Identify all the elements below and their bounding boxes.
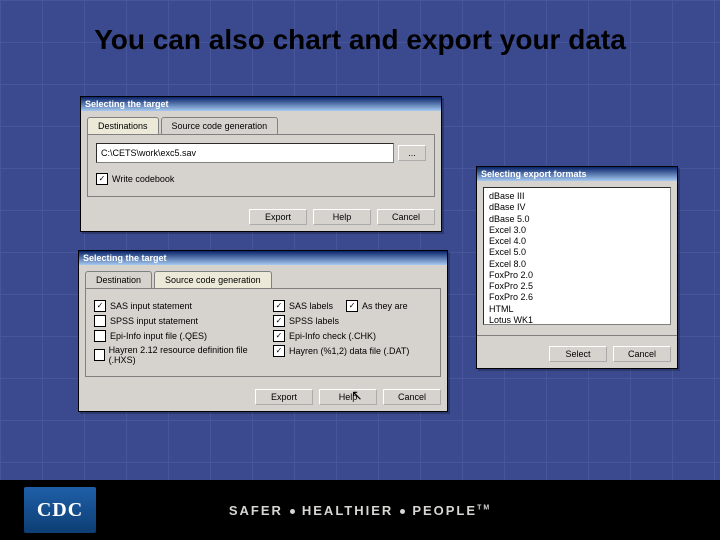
cancel-button[interactable]: Cancel bbox=[377, 209, 435, 225]
tabstrip: Destination Source code generation bbox=[85, 271, 441, 289]
spsslabels-checkbox[interactable]: ✓ bbox=[273, 315, 285, 327]
saslabels-label: SAS labels bbox=[289, 301, 333, 311]
tagline-a: SAFER bbox=[229, 503, 283, 518]
epi-label: Epi-Info input file (.QES) bbox=[110, 331, 207, 341]
hayren-checkbox[interactable]: ✓ bbox=[273, 345, 285, 357]
epichk-label: Epi-Info check (.CHK) bbox=[289, 331, 376, 341]
tab-source-code[interactable]: Source code generation bbox=[161, 117, 279, 134]
list-item[interactable]: Excel 3.0 bbox=[489, 225, 665, 236]
export-button[interactable]: Export bbox=[255, 389, 313, 405]
titlebar: Selecting the target bbox=[79, 251, 447, 265]
hrs-label: Hayren 2.12 resource definition file (.H… bbox=[109, 345, 253, 365]
tab-source-code[interactable]: Source code generation bbox=[154, 271, 272, 288]
col-left: ✓ SAS input statement SPSS input statemen… bbox=[94, 297, 253, 368]
list-item[interactable]: Excel 5.0 bbox=[489, 247, 665, 258]
button-row: Export Help Cancel bbox=[81, 203, 441, 231]
titlebar: Selecting export formats bbox=[477, 167, 677, 181]
list-item[interactable]: dBase 5.0 bbox=[489, 214, 665, 225]
footer-bar: CDC SAFER HEALTHIER PEOPLETM bbox=[0, 480, 720, 540]
list-item[interactable]: HTML bbox=[489, 304, 665, 315]
col-right: ✓ SAS labels ✓ As they are ✓ SPSS labels ✓ E… bbox=[273, 297, 432, 368]
cdc-logo: CDC bbox=[24, 487, 96, 533]
dot-icon bbox=[400, 509, 405, 514]
cancel-button[interactable]: Cancel bbox=[613, 346, 671, 362]
tagline-c: PEOPLE bbox=[412, 503, 477, 518]
panel-destinations: C:\CETS\work\exc5.sav ... ✓ Write codebo… bbox=[87, 135, 435, 197]
sas-label: SAS input statement bbox=[110, 301, 192, 311]
titlebar: Selecting the target bbox=[81, 97, 441, 111]
select-button[interactable]: Select bbox=[549, 346, 607, 362]
spsslabels-label: SPSS labels bbox=[289, 316, 339, 326]
tab-destination[interactable]: Destination bbox=[85, 271, 152, 288]
spss-checkbox[interactable] bbox=[94, 315, 106, 327]
list-item[interactable]: dBase IV bbox=[489, 202, 665, 213]
tagline-b: HEALTHIER bbox=[302, 503, 393, 518]
list-item[interactable]: FoxPro 2.0 bbox=[489, 270, 665, 281]
epi-checkbox[interactable] bbox=[94, 330, 106, 342]
path-field[interactable]: C:\CETS\work\exc5.sav bbox=[96, 143, 394, 163]
dialog-selecting-target-1: Selecting the target Destinations Source… bbox=[80, 96, 442, 232]
dialog-export-formats: Selecting export formats dBase III dBase… bbox=[476, 166, 678, 369]
cursor-icon: ↖ bbox=[351, 387, 363, 404]
browse-button[interactable]: ... bbox=[398, 145, 426, 161]
slide: You can also chart and export your data … bbox=[0, 0, 720, 540]
cancel-button[interactable]: Cancel bbox=[383, 389, 441, 405]
help-button[interactable]: Help bbox=[319, 389, 377, 405]
separator bbox=[477, 335, 677, 336]
dialog-selecting-target-2: Selecting the target Destination Source … bbox=[78, 250, 448, 412]
write-codebook-checkbox[interactable]: ✓ bbox=[96, 173, 108, 185]
tab-destinations[interactable]: Destinations bbox=[87, 117, 159, 134]
list-item[interactable]: FoxPro 2.6 bbox=[489, 292, 665, 303]
export-button[interactable]: Export bbox=[249, 209, 307, 225]
panel-source: ✓ SAS input statement SPSS input statemen… bbox=[85, 289, 441, 377]
list-item[interactable]: dBase III bbox=[489, 191, 665, 202]
list-item[interactable]: FoxPro 2.5 bbox=[489, 281, 665, 292]
button-row: Export Help Cancel bbox=[79, 383, 447, 411]
astheyare-label: As they are bbox=[362, 301, 408, 311]
slide-headline: You can also chart and export your data bbox=[0, 22, 720, 57]
hayren-label: Hayren (%1,2) data file (.DAT) bbox=[289, 346, 409, 356]
tabstrip: Destinations Source code generation bbox=[87, 117, 435, 135]
list-item[interactable]: Lotus WK1 bbox=[489, 315, 665, 325]
astheyare-checkbox[interactable]: ✓ bbox=[346, 300, 358, 312]
button-row: Select Cancel bbox=[477, 340, 677, 368]
hrs-checkbox[interactable] bbox=[94, 349, 105, 361]
saslabels-checkbox[interactable]: ✓ bbox=[273, 300, 285, 312]
list-item[interactable]: Excel 8.0 bbox=[489, 259, 665, 270]
epichk-checkbox[interactable]: ✓ bbox=[273, 330, 285, 342]
spss-label: SPSS input statement bbox=[110, 316, 198, 326]
help-button[interactable]: Help bbox=[313, 209, 371, 225]
tagline: SAFER HEALTHIER PEOPLETM bbox=[229, 503, 491, 518]
trademark-icon: TM bbox=[477, 504, 491, 511]
dot-icon bbox=[290, 509, 295, 514]
write-codebook-label: Write codebook bbox=[112, 174, 174, 184]
sas-checkbox[interactable]: ✓ bbox=[94, 300, 106, 312]
list-item[interactable]: Excel 4.0 bbox=[489, 236, 665, 247]
format-listbox[interactable]: dBase III dBase IV dBase 5.0 Excel 3.0 E… bbox=[483, 187, 671, 325]
